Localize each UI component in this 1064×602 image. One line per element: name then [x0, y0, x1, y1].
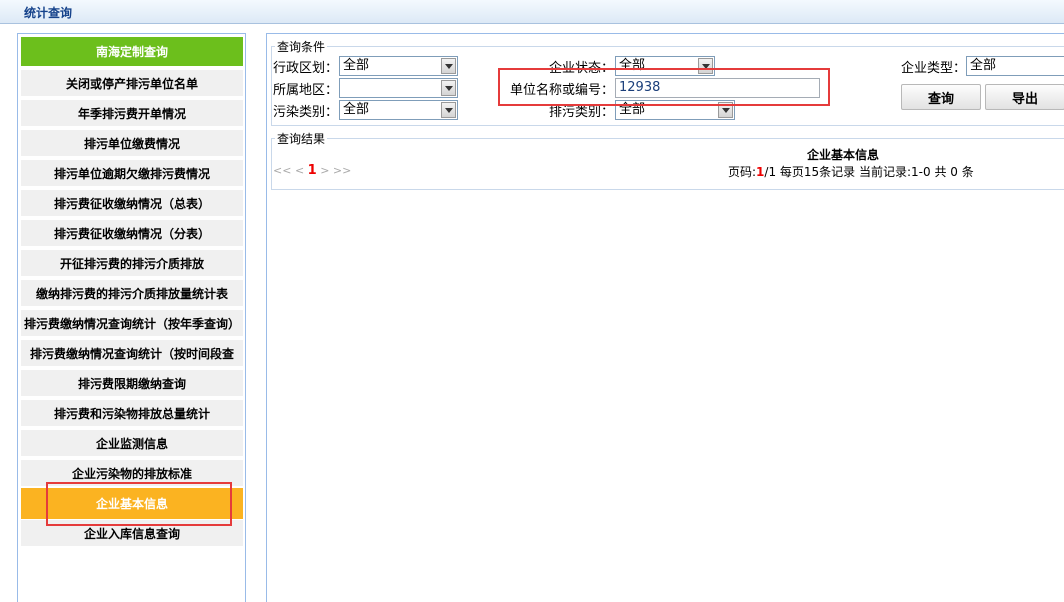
export-button[interactable]: 导出: [985, 84, 1064, 110]
page-title: 统计查询: [24, 6, 73, 20]
query-results: 查询结果: [271, 130, 1064, 190]
chevron-down-icon: [718, 102, 733, 118]
sidebar-item-monitoring[interactable]: 企业监测信息: [21, 430, 243, 457]
sidebar-item-enterprise-info[interactable]: 企业基本信息: [21, 488, 243, 520]
region-label: 行政区划：: [273, 61, 339, 76]
pager: << < 1 > >>: [273, 163, 351, 178]
query-legend: 查询条件: [277, 40, 326, 54]
unit-name-label: 单位名称或编号：: [510, 83, 615, 98]
sidebar-item-payment[interactable]: 排污单位缴费情况: [21, 130, 243, 157]
area-label: 所属地区：: [273, 83, 339, 98]
chevron-down-icon: [698, 58, 713, 74]
pager-next[interactable]: >: [320, 164, 329, 177]
chevron-down-icon: [441, 80, 456, 96]
status-select-value: 全部: [619, 58, 646, 73]
sidebar-item-medium-discharge[interactable]: 开征排污费的排污介质排放: [21, 250, 243, 277]
sidebar-item-billing[interactable]: 年季排污费开单情况: [21, 100, 243, 127]
pager-first[interactable]: <<: [273, 164, 291, 177]
page-titlebar: 统计查询: [0, 0, 1064, 24]
enterprise-type-select-value: 全部: [970, 58, 997, 73]
sidebar-item-nanhai-custom[interactable]: 南海定制查询: [21, 37, 243, 67]
discharge-type-label: 排污类别：: [549, 105, 615, 120]
search-button[interactable]: 查询: [901, 84, 981, 110]
sidebar-item-collection-sub[interactable]: 排污费征收缴纳情况（分表）: [21, 220, 243, 247]
pager-prev[interactable]: <: [295, 164, 304, 177]
unit-name-input[interactable]: 12938: [615, 78, 820, 98]
main-panel: 查询条件 行政区划： 全部 企业状态： 全部 企业类型： 全部 所属地区： 单位…: [266, 33, 1064, 602]
enterprise-type-label: 企业类型：: [901, 61, 967, 76]
pollution-type-select[interactable]: 全部: [339, 100, 458, 120]
sidebar-item-closed-units[interactable]: 关闭或停产排污单位名单: [21, 70, 243, 97]
sidebar-item-medium-stats[interactable]: 缴纳排污费的排污介质排放量统计表: [21, 280, 243, 307]
table-title: 企业基本信息: [807, 148, 880, 162]
sidebar-item-query-by-season[interactable]: 排污费缴纳情况查询统计（按年季查询）: [21, 310, 243, 337]
status-select[interactable]: 全部: [615, 56, 715, 76]
sidebar-item-storage-query[interactable]: 企业入库信息查询: [21, 520, 243, 547]
page-info: 页码:1/1 每页15条记录 当前记录:1-0 共 0 条: [728, 163, 974, 180]
pager-last[interactable]: >>: [333, 164, 351, 177]
pager-current[interactable]: 1: [308, 163, 317, 178]
area-select[interactable]: [339, 78, 458, 98]
sidebar-item-query-by-period[interactable]: 排污费缴纳情况查询统计（按时间段查: [21, 340, 243, 367]
discharge-type-select-value: 全部: [619, 102, 646, 117]
sidebar-item-standards[interactable]: 企业污染物的排放标准: [21, 460, 243, 487]
sidebar-item-collection-total[interactable]: 排污费征收缴纳情况（总表）: [21, 190, 243, 217]
discharge-type-select[interactable]: 全部: [615, 100, 735, 120]
page-info-prefix: 页码:: [728, 165, 757, 179]
chevron-down-icon: [441, 102, 456, 118]
results-legend: 查询结果: [277, 132, 326, 146]
page-info-suffix: /1 每页15条记录 当前记录:1-0 共 0 条: [764, 165, 974, 179]
sidebar-item-overdue[interactable]: 排污单位逾期欠缴排污费情况: [21, 160, 243, 187]
sidebar-item-deadline[interactable]: 排污费限期缴纳查询: [21, 370, 243, 397]
pollution-type-label: 污染类别：: [273, 105, 339, 120]
region-select-value: 全部: [343, 58, 370, 73]
unit-name-input-value: 12938: [619, 80, 661, 95]
status-label: 企业状态：: [549, 61, 615, 76]
region-select[interactable]: 全部: [339, 56, 458, 76]
enterprise-type-select[interactable]: 全部: [966, 56, 1064, 76]
sidebar-menu: 南海定制查询 关闭或停产排污单位名单 年季排污费开单情况 排污单位缴费情况 排污…: [17, 33, 246, 602]
sidebar-item-total-stats[interactable]: 排污费和污染物排放总量统计: [21, 400, 243, 427]
pollution-type-select-value: 全部: [343, 102, 370, 117]
chevron-down-icon: [441, 58, 456, 74]
